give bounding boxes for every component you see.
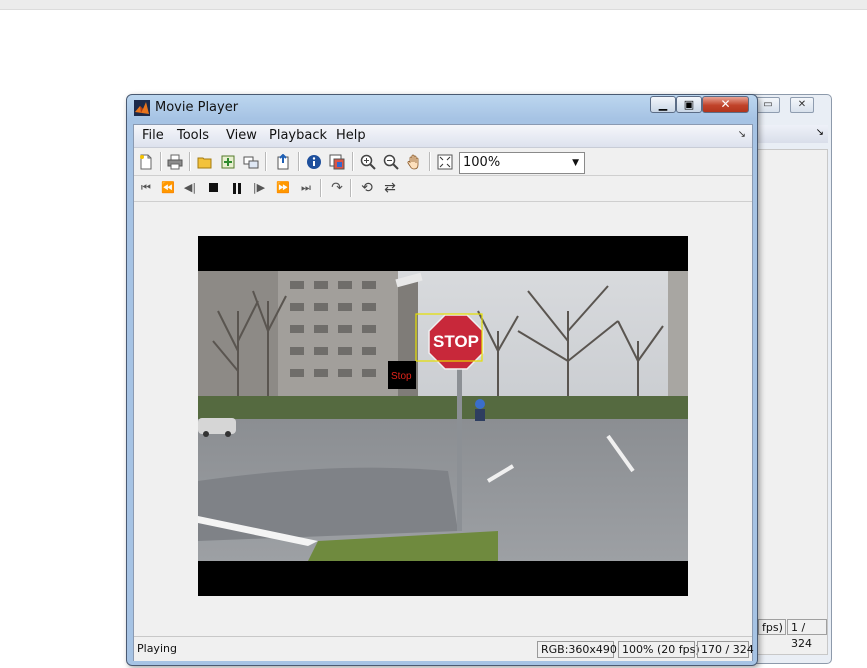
go-to-first-icon[interactable]: ⏮ [136,178,156,198]
zoom-in-icon[interactable] [358,152,378,172]
maximize-button[interactable]: ▣ [676,96,702,113]
step-back-icon[interactable]: ◀| [180,178,200,198]
playback-status: Playing [137,642,177,655]
fit-window-icon[interactable] [435,152,455,172]
toolbar-separator [352,152,354,171]
video-display[interactable]: STOP Stop [198,236,688,596]
image-info-field: RGB:360x490 [537,641,617,658]
menu-help[interactable]: Help [336,128,366,143]
stop-sign-text: STOP [433,332,479,351]
bg-client-area [756,149,828,655]
stop-icon[interactable] [204,178,224,198]
toolbar-separator [160,152,162,171]
minimize-button[interactable]: ▁ [650,96,676,113]
frame-counter-field: 170 / 324 [697,641,754,658]
menu-view[interactable]: View [226,128,257,143]
close-button[interactable]: ✕ [702,96,749,113]
toolbar-separator [429,152,431,171]
chevron-down-icon[interactable]: ▼ [572,153,579,173]
pan-hand-icon[interactable] [404,152,424,172]
video-frame: STOP Stop [198,271,688,561]
go-to-last-icon[interactable]: ⏭ [296,178,316,198]
fast-forward-icon[interactable]: ⏩ [273,178,293,198]
bg-maximize-button[interactable]: ▭ [756,97,780,113]
toolbar-separator [265,152,267,171]
playback-toolbar: ⏮ ⏪ ◀| |▶ ⏩ ⏭ ↷ ⟲ ⇄ [134,176,752,202]
matlab-logo-icon [134,100,150,116]
import-icon[interactable] [218,152,238,172]
toolbar-separator [320,179,322,197]
info-icon[interactable] [304,152,324,172]
toolbar-separator [350,179,352,197]
menu-tools[interactable]: Tools [177,128,209,143]
menu-file[interactable]: File [142,128,164,143]
menubar: File Tools View Playback Help ↘ [134,125,752,148]
jump-to-icon[interactable]: ↷ [327,178,347,198]
bg-status-frame: 1 / 324 [787,619,827,650]
detection-label: Stop [391,371,412,382]
new-file-icon[interactable] [136,152,156,172]
rewind-icon[interactable]: ⏪ [158,178,178,198]
client-area: File Tools View Playback Help ↘ 100% ▼ ⏮… [133,124,754,661]
bg-close-button[interactable]: ✕ [790,97,814,113]
step-forward-icon[interactable]: |▶ [249,178,269,198]
print-icon[interactable] [165,152,185,172]
toolbar-separator [189,152,191,171]
bg-status-rate: fps) [758,619,786,635]
top-edge-bar [0,0,867,10]
pause-icon[interactable] [227,178,247,198]
export-icon[interactable] [273,152,293,172]
status-bar: Playing RGB:360x490 100% (20 fps) 170 / … [134,636,754,661]
zoom-level-select[interactable]: 100% ▼ [459,152,585,174]
main-toolbar: 100% ▼ [134,148,752,176]
bg-menu-arrow-icon: ↘ [815,127,824,138]
frame-rate-field: 100% (20 fps) [618,641,700,658]
video-viewport[interactable]: STOP Stop [134,202,752,635]
loop-icon[interactable]: ⟲ [357,178,377,198]
zoom-level-value: 100% [463,155,501,170]
toolbar-separator [298,152,300,171]
movie-player-window[interactable]: Movie Player ▁ ▣ ✕ File Tools View Playb… [126,94,758,666]
connect-icon[interactable] [241,152,261,172]
menu-dock-arrow-icon[interactable]: ↘ [738,129,746,140]
zoom-out-icon[interactable] [381,152,401,172]
playback-direction-icon[interactable]: ⇄ [380,178,400,198]
menu-playback[interactable]: Playback [269,128,327,143]
open-folder-icon[interactable] [195,152,215,172]
window-title: Movie Player [155,100,239,115]
colormap-icon[interactable] [327,152,347,172]
bg-menubar: ↘ [756,125,828,143]
